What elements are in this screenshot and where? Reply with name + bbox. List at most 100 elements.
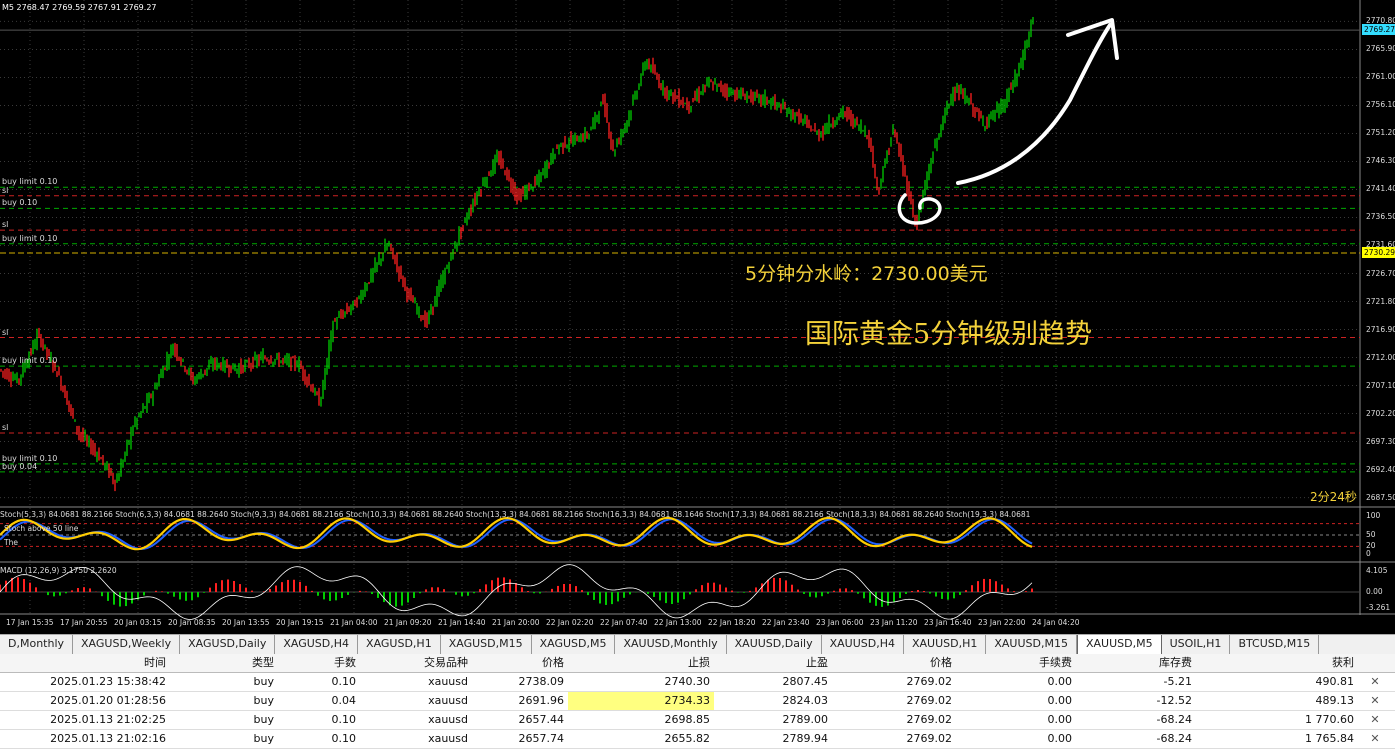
tab-xauusd-monthly[interactable]: XAUUSD,Monthly xyxy=(615,635,727,654)
order-label: sl xyxy=(2,422,9,432)
order-cell: 1 765.84 xyxy=(1305,732,1354,745)
column-header[interactable]: 库存费 xyxy=(1076,654,1196,672)
chart-tabs: D,Monthly XAGUSD,Weekly XAGUSD,Daily XAGUSD… xyxy=(0,634,1395,655)
time-tick: 21 Jan 09:20 xyxy=(384,618,432,627)
time-tick: 20 Jan 03:15 xyxy=(114,618,162,627)
order-cell: 489.13 xyxy=(1315,694,1355,707)
column-header[interactable]: 手数 xyxy=(278,654,360,672)
column-header[interactable]: 价格 xyxy=(472,654,568,672)
tab-xagusd-daily[interactable]: XAGUSD,Daily xyxy=(180,635,276,654)
price-tick: 2712.00 xyxy=(1366,352,1395,362)
breakeven-price-tag: 2730.29 xyxy=(1362,246,1395,258)
order-cell: buy xyxy=(253,694,274,707)
tab-xagusd-weekly[interactable]: XAGUSD,Weekly xyxy=(73,635,181,654)
time-tick: 22 Jan 23:40 xyxy=(762,618,810,627)
tab-xauusd-m5[interactable]: XAUUSD,M5 xyxy=(1076,635,1162,654)
order-row[interactable]: 2025.01.20 01:28:56 buy 0.04 xauusd 2691.96 2… xyxy=(0,692,1395,711)
macd-tick: 0.00 xyxy=(1366,587,1383,596)
order-cell: 2738.09 xyxy=(518,675,565,688)
order-cell: 2807.45 xyxy=(782,675,829,688)
order-level-lines xyxy=(0,29,1360,473)
order-cell: 0.00 xyxy=(1047,713,1073,726)
order-cell: 2769.02 xyxy=(906,675,953,688)
tab-xauusd-h4[interactable]: XAUUSD,H4 xyxy=(822,635,904,654)
order-label: sl xyxy=(2,327,9,337)
stoch-header: Stoch(5,3,3) 84.0681 88.2166 Stoch(6,3,3… xyxy=(0,510,1031,519)
order-cell: 2698.85 xyxy=(664,713,711,726)
chart-canvas[interactable] xyxy=(0,0,1395,630)
order-cell: buy xyxy=(253,675,274,688)
order-cell: 2824.03 xyxy=(782,694,829,707)
annotation-breakeven: 5分钟分水岭：2730.00美元 xyxy=(745,263,988,285)
tab-xagusd-m5[interactable]: XAGUSD,M5 xyxy=(532,635,616,654)
column-header[interactable]: 价格 xyxy=(832,654,956,672)
order-cell: 0.00 xyxy=(1047,694,1073,707)
order-row[interactable]: 2025.01.23 15:38:42 buy 0.10 xauusd 2738.09 2… xyxy=(0,673,1395,692)
price-tick: 2702.20 xyxy=(1366,408,1395,418)
stoch-label-2: The xyxy=(4,538,18,547)
stoch-tick: 50 xyxy=(1366,530,1376,539)
order-label: buy limit 0.10 xyxy=(2,356,58,366)
hand-drawn-annotations xyxy=(897,18,1119,225)
order-label: buy limit 0.10 xyxy=(2,233,58,243)
order-cell: 2025.01.20 01:28:56 xyxy=(50,694,166,707)
order-cell: 0.10 xyxy=(331,713,357,726)
price-tick: 2761.00 xyxy=(1366,72,1395,82)
tab-usoil-h1[interactable]: USOIL,H1 xyxy=(1162,635,1231,654)
tab-xauusd-daily[interactable]: XAUUSD,Daily xyxy=(727,635,822,654)
close-order-icon[interactable]: ✕ xyxy=(1368,730,1382,748)
order-cell: 2025.01.23 15:38:42 xyxy=(50,675,166,688)
column-header[interactable]: 时间 xyxy=(0,654,170,672)
trend-arrow-shaft xyxy=(956,23,1112,185)
tab-xauusd-h1[interactable]: XAUUSD,H1 xyxy=(904,635,987,654)
close-order-icon[interactable]: ✕ xyxy=(1368,673,1382,691)
order-cell: -68.24 xyxy=(1156,713,1192,726)
column-header[interactable]: 交易品种 xyxy=(360,654,472,672)
close-order-icon[interactable]: ✕ xyxy=(1368,711,1382,729)
close-order-icon[interactable]: ✕ xyxy=(1368,692,1382,710)
tab-xagusd-m15[interactable]: XAGUSD,M15 xyxy=(441,635,532,654)
column-header[interactable]: 类型 xyxy=(170,654,278,672)
tab-btcusd-m15[interactable]: BTCUSD,M15 xyxy=(1230,635,1320,654)
time-tick: 17 Jan 20:55 xyxy=(60,618,108,627)
order-cell: 0.04 xyxy=(331,694,357,707)
order-cell: 2691.96 xyxy=(518,694,565,707)
price-tick: 2707.10 xyxy=(1366,380,1395,390)
time-tick: 23 Jan 16:40 xyxy=(924,618,972,627)
column-header[interactable]: 手续费 xyxy=(956,654,1076,672)
tab-d-monthly[interactable]: D,Monthly xyxy=(0,635,74,654)
order-cell: xauusd xyxy=(428,732,468,745)
order-row[interactable]: 2025.01.13 21:02:16 buy 0.10 xauusd 2657.74 2… xyxy=(0,730,1395,749)
order-cell: 2740.30 xyxy=(664,675,711,688)
price-tick: 2746.30 xyxy=(1366,156,1395,166)
time-tick: 22 Jan 18:20 xyxy=(708,618,756,627)
order-cell: 2025.01.13 21:02:25 xyxy=(50,713,166,726)
tab-xagusd-h1[interactable]: XAGUSD,H1 xyxy=(358,635,441,654)
time-tick: 23 Jan 11:20 xyxy=(870,618,918,627)
price-chart[interactable]: M5 2768.47 2769.59 2767.91 2769.27 buy l… xyxy=(0,0,1395,630)
time-tick: 17 Jan 15:35 xyxy=(6,618,54,627)
order-cell: 1 770.60 xyxy=(1305,713,1354,726)
price-tick: 2751.20 xyxy=(1366,128,1395,138)
order-cell: -12.52 xyxy=(1156,694,1192,707)
price-tick: 2726.70 xyxy=(1366,268,1395,278)
tab-xauusd-m15[interactable]: XAUUSD,M15 xyxy=(986,635,1077,654)
time-tick: 23 Jan 22:00 xyxy=(978,618,1026,627)
price-tick: 2692.40 xyxy=(1366,464,1395,474)
order-label: buy 0.10 xyxy=(2,198,38,208)
tab-xagusd-h4[interactable]: XAGUSD,H4 xyxy=(275,635,359,654)
macd-label: MACD (12,26,9) 3.1750 2.2620 xyxy=(0,566,117,575)
order-row[interactable]: 2025.01.13 21:02:25 buy 0.10 xauusd 2657.44 2… xyxy=(0,711,1395,730)
time-tick: 20 Jan 13:55 xyxy=(222,618,270,627)
column-header[interactable]: 止盈 xyxy=(714,654,832,672)
order-cell: -5.21 xyxy=(1163,675,1192,688)
order-label: sl xyxy=(2,185,9,195)
order-cell: 2789.94 xyxy=(782,732,829,745)
price-tick: 2687.50 xyxy=(1366,492,1395,502)
column-header[interactable]: 获利 xyxy=(1196,654,1358,672)
order-cell: 0.10 xyxy=(331,732,357,745)
price-tick: 2721.80 xyxy=(1366,296,1395,306)
column-header[interactable]: 止损 xyxy=(568,654,714,672)
order-cell: 0.10 xyxy=(331,675,357,688)
current-price-tag: 2769.27 xyxy=(1362,24,1395,36)
